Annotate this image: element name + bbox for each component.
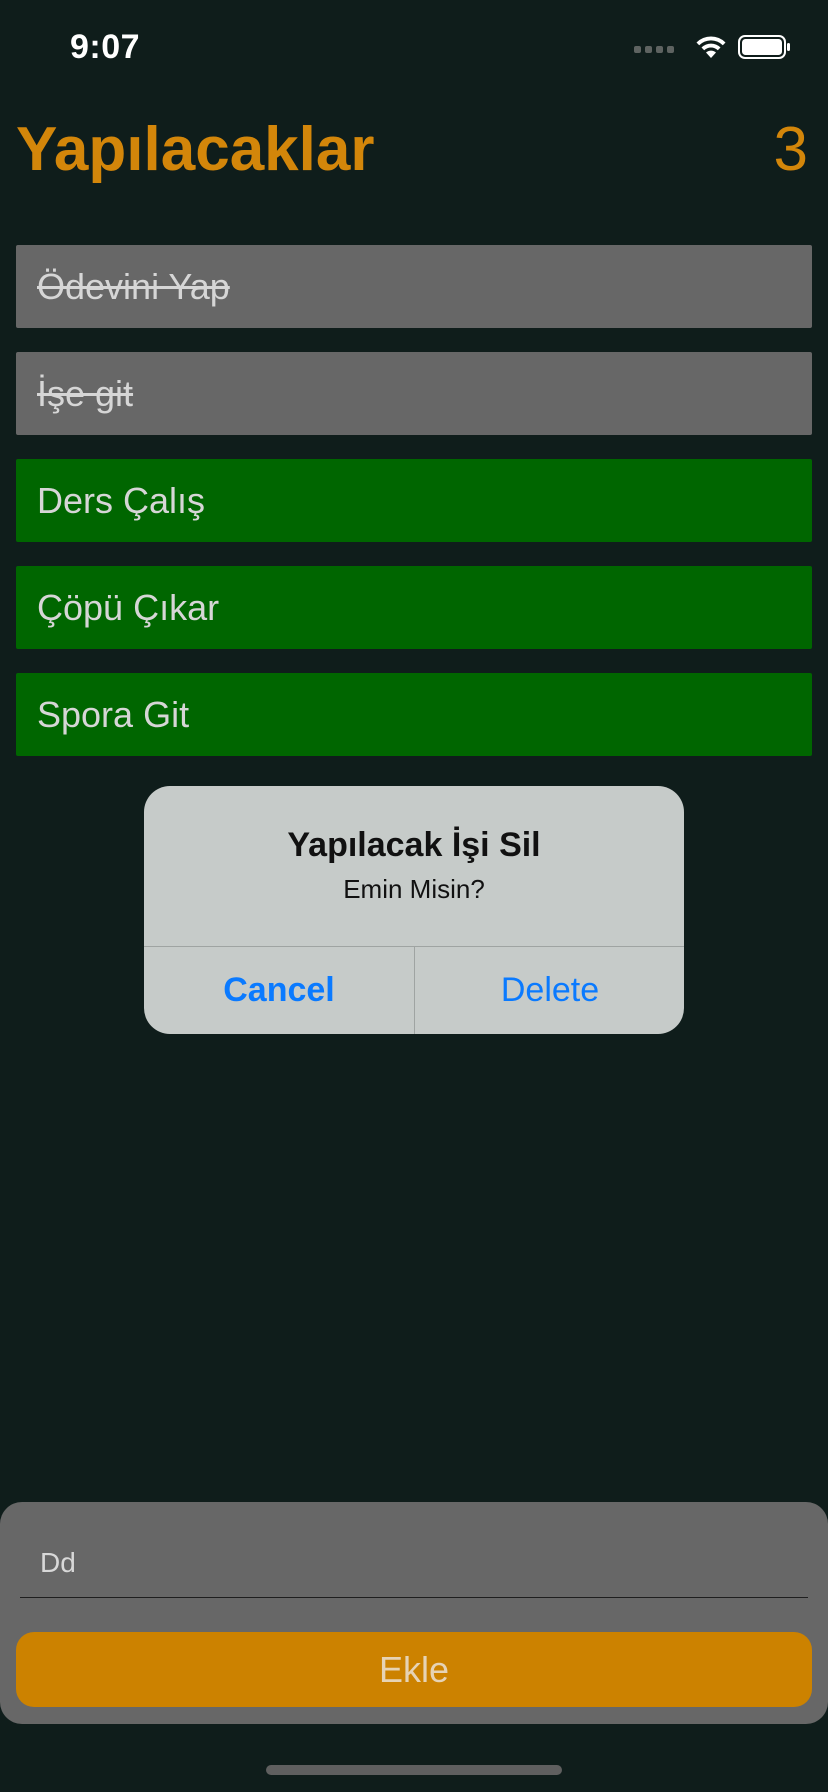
todo-item-completed[interactable]: İşe git xyxy=(16,352,812,435)
status-time: 9:07 xyxy=(70,28,141,66)
todo-item-label: Ders Çalış xyxy=(37,479,206,521)
home-indicator[interactable] xyxy=(266,1765,562,1775)
todo-list: Ödevini Yap İşe git Ders Çalış Çöpü Çıka… xyxy=(16,245,812,780)
alert-message: Emin Misin? xyxy=(343,874,485,904)
signal-dots-icon xyxy=(634,46,674,53)
todo-item-label: Spora Git xyxy=(37,693,190,735)
cancel-button[interactable]: Cancel xyxy=(144,947,414,1034)
todo-count: 3 xyxy=(773,115,808,184)
delete-alert-dialog: Yapılacak İşi Sil Emin Misin? Cancel Del… xyxy=(144,786,684,1034)
todo-item-label: Çöpü Çıkar xyxy=(37,586,220,628)
todo-item-pending[interactable]: Ders Çalış xyxy=(16,459,812,542)
todo-item-pending[interactable]: Spora Git xyxy=(16,673,812,756)
battery-icon xyxy=(738,34,792,65)
add-button[interactable]: Ekle xyxy=(16,1632,812,1707)
wifi-icon xyxy=(694,34,728,65)
status-icons xyxy=(634,34,792,65)
todo-item-label: Ödevini Yap xyxy=(37,265,230,307)
delete-button[interactable]: Delete xyxy=(415,947,684,1034)
todo-item-pending[interactable]: Çöpü Çıkar xyxy=(16,566,812,649)
todo-item-completed[interactable]: Ödevini Yap xyxy=(16,245,812,328)
todo-item-label: İşe git xyxy=(37,372,134,414)
alert-title: Yapılacak İşi Sil xyxy=(287,826,541,864)
todo-input-field[interactable]: Dd xyxy=(20,1528,808,1598)
page-title: Yapılacaklar xyxy=(16,115,375,184)
add-todo-panel: Dd Ekle xyxy=(0,1502,828,1724)
